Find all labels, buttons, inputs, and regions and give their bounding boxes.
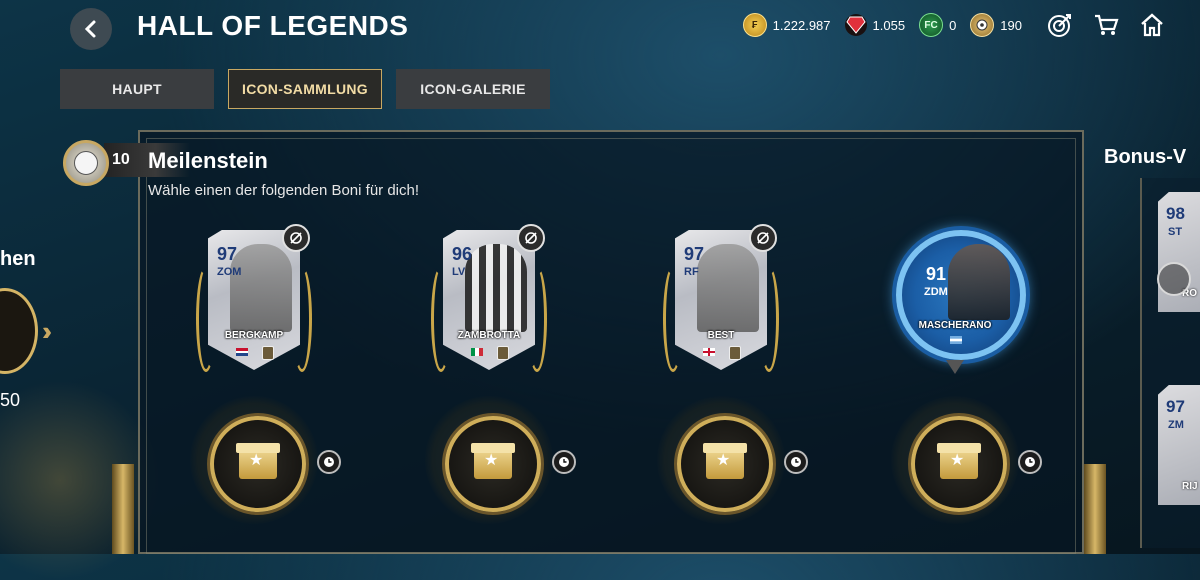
player-card[interactable]: 97 ZOM BERGKAMP [196, 224, 312, 378]
player-position: RF [684, 266, 699, 278]
currency-value: 1.222.987 [772, 17, 831, 33]
player-position: ZDM [924, 286, 948, 298]
reward-option: 97 ZOM BERGKAMP ★ [145, 218, 365, 548]
tab-icon-sammlung[interactable]: ICON-SAMMLUNG [228, 69, 382, 109]
clock-icon[interactable] [317, 450, 341, 474]
currency-value: 1.055 [872, 17, 906, 33]
player-photo [697, 244, 759, 332]
clock-icon[interactable] [552, 450, 576, 474]
background-glow [0, 380, 160, 580]
player-card[interactable]: 96 LV ZAMBROTTA [431, 224, 547, 378]
currency-gems[interactable]: 1.055 [844, 14, 906, 36]
clock-icon[interactable] [784, 450, 808, 474]
reward-option: 96 LV ZAMBROTTA ★ [380, 218, 600, 548]
chest-icon: ★ [937, 443, 981, 479]
ball-token-icon [970, 13, 995, 37]
player-name: ZAMBROTTA [457, 330, 521, 341]
untradeable-icon [749, 224, 777, 252]
milestone-count-value: 10 [112, 151, 130, 168]
currency-value: 190 [1000, 17, 1022, 33]
currency-fc-mobile-token[interactable]: FC 0 [919, 13, 956, 37]
player-rating: 97 [1166, 397, 1185, 416]
left-panel-value: 50 [0, 390, 21, 410]
player-position: ZOM [217, 266, 242, 278]
player-rating: 97 [684, 244, 705, 264]
gold-pillar-left [112, 464, 134, 554]
chest-icon: ★ [236, 443, 280, 479]
milestone-title: Meilenstein [148, 148, 268, 173]
tab-bar: HAUPT ICON-SAMMLUNG ICON-GALERIE [60, 69, 550, 109]
untradeable-icon [282, 224, 310, 252]
player-rating: 97 [217, 244, 238, 264]
currency-fc-points[interactable]: ₣ 1.222.987 [742, 13, 831, 37]
player-photo [230, 244, 292, 332]
chest-icon: ★ [703, 443, 747, 479]
clock-icon[interactable] [1018, 450, 1042, 474]
reward-option: 97 RF BEST ★ [612, 218, 832, 548]
player-card[interactable]: 97 RF BEST [663, 224, 779, 378]
reward-chest[interactable]: ★ [677, 416, 773, 512]
player-position: LV [452, 266, 466, 278]
player-name: MASCHERANO [918, 320, 992, 331]
chest-icon: ★ [471, 443, 515, 479]
gold-pillar-right [1084, 464, 1106, 554]
player-rating: 98 [1166, 204, 1185, 223]
reward-chest[interactable]: ★ [445, 416, 541, 512]
bonus-panel-title: Bonus-V [1104, 146, 1187, 168]
flag-argentina-icon [950, 336, 962, 344]
club-badge-icon [729, 346, 741, 360]
tab-haupt[interactable]: HAUPT [60, 69, 214, 109]
bonus-player-card[interactable]: 97 ZM RIJ [1158, 385, 1200, 505]
reward-option: 91 ZDM MASCHERANO ★ [846, 218, 1066, 548]
milestone-medal-icon[interactable] [0, 288, 38, 374]
player-photo [465, 244, 527, 332]
flag-netherlands-icon [236, 348, 248, 356]
player-name: BERGKAMP [224, 330, 284, 341]
player-position: ST [1168, 226, 1183, 238]
football-icon [63, 140, 109, 186]
chevrons-right-icon: ››› [42, 316, 52, 346]
card-pointer [946, 360, 964, 374]
reward-chest[interactable]: ★ [210, 416, 306, 512]
player-name: RIJ [1182, 481, 1198, 492]
currency-ball-token[interactable]: 190 [970, 13, 1022, 37]
untradeable-icon [517, 224, 545, 252]
scroll-indicator-icon[interactable] [1157, 262, 1191, 296]
flag-italy-icon [471, 348, 483, 356]
currency-bar: ₣ 1.222.987 1.055 FC 0 190 [742, 11, 1174, 39]
cart-icon[interactable] [1092, 11, 1120, 39]
currency-value: 0 [949, 17, 957, 33]
fc-mobile-token-icon: FC [919, 13, 944, 37]
page-title: HALL OF LEGENDS [137, 10, 409, 41]
reward-chest[interactable]: ★ [911, 416, 1007, 512]
tab-icon-galerie[interactable]: ICON-GALERIE [396, 69, 550, 109]
target-icon[interactable] [1046, 11, 1074, 39]
player-position: ZM [1168, 419, 1184, 431]
left-panel-label: hen [0, 248, 36, 270]
player-rating: 91 [926, 264, 947, 284]
fc-points-icon: ₣ [742, 13, 767, 37]
player-name: BEST [707, 330, 735, 341]
chevron-left-icon [84, 20, 96, 38]
back-button[interactable] [70, 8, 112, 50]
player-card-round[interactable]: 91 ZDM MASCHERANO [896, 230, 1026, 360]
club-badge-icon [262, 346, 274, 360]
milestone-subtitle: Wähle einen der folgenden Boni für dich! [148, 182, 420, 199]
flag-northern-ireland-icon [703, 348, 715, 356]
gem-icon [844, 14, 867, 36]
club-badge-icon [497, 346, 509, 360]
player-photo [948, 244, 1010, 320]
player-rating: 96 [452, 244, 473, 264]
home-icon[interactable] [1138, 11, 1166, 39]
